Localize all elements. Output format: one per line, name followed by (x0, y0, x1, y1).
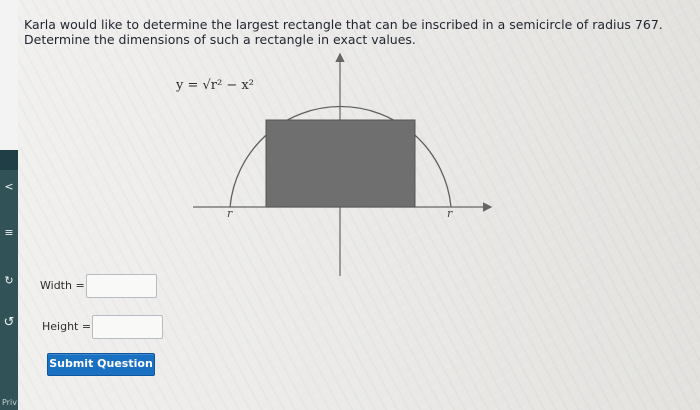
width-label: Width = (40, 279, 85, 292)
left-radius-label: r (227, 207, 233, 220)
height-label: Height = (42, 320, 92, 333)
formula-label: y = √r² − x² (176, 78, 254, 93)
submit-question-button[interactable]: Submit Question (47, 353, 155, 376)
inscribed-rectangle (265, 119, 416, 208)
width-input[interactable] (86, 274, 157, 298)
screenshot: < ≡ ↻ ↺ Priv Karla would like to determi… (0, 0, 700, 410)
height-input[interactable] (92, 315, 163, 339)
semicircle-graph (193, 52, 493, 276)
right-radius-label: r (447, 207, 453, 220)
